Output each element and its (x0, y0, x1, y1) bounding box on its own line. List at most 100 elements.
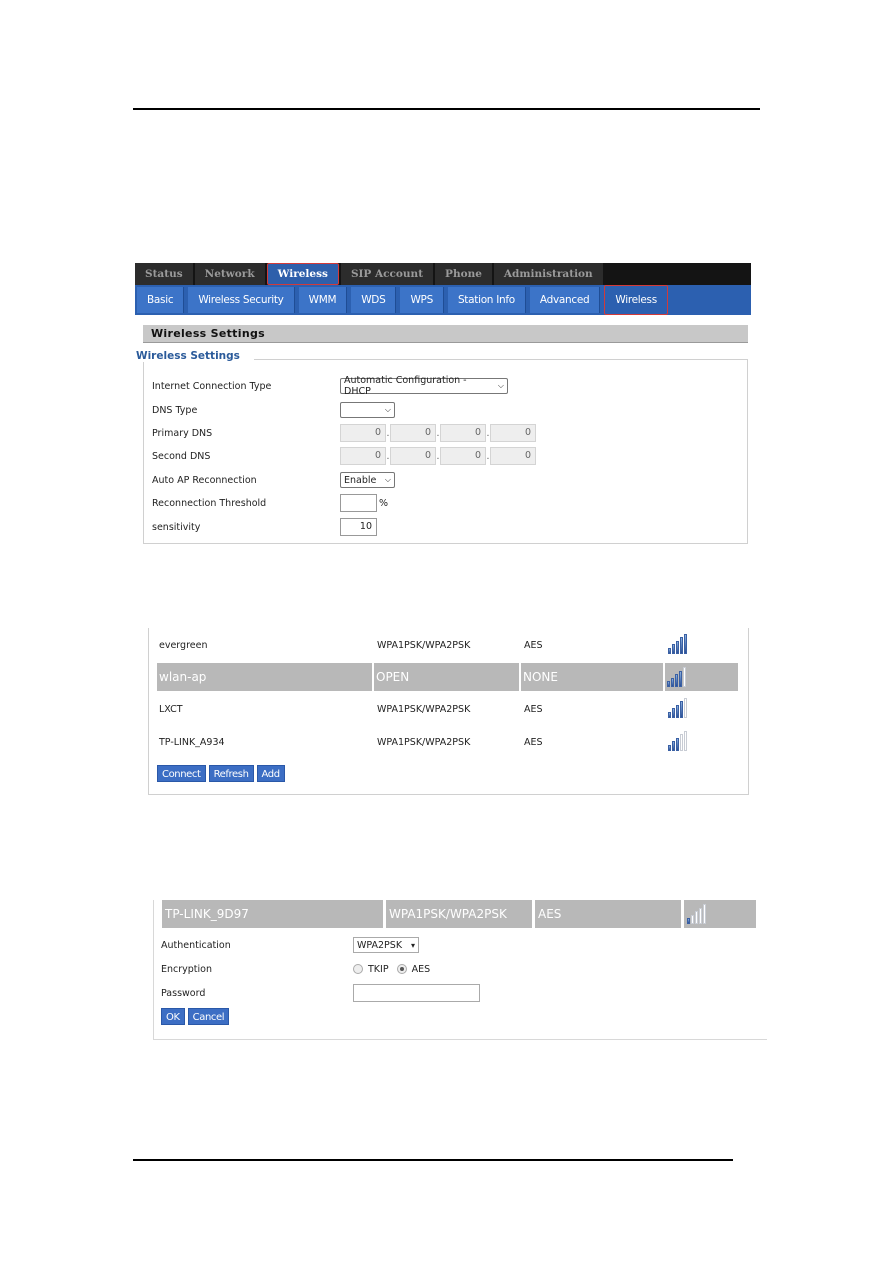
ap-list-row[interactable]: evergreen WPA1PSK/WPA2PSK AES (157, 631, 740, 659)
sub-tab-wmm[interactable]: WMM (298, 287, 348, 313)
signal-bar (675, 674, 679, 687)
main-tab-network[interactable]: Network (194, 263, 265, 285)
main-tab-sip-account[interactable]: SIP Account (340, 263, 434, 285)
internet-connection-type-row: Internet Connection Type Automatic Confi… (152, 375, 508, 397)
section-title: Wireless Settings (143, 325, 748, 343)
auto-ap-reconnection-value: Enable (344, 474, 377, 486)
main-nav: Status Network Wireless SIP Account Phon… (135, 263, 751, 285)
signal-bar (703, 904, 706, 924)
second-dns-octet-2[interactable]: 0 (390, 447, 436, 465)
refresh-button[interactable]: Refresh (208, 765, 254, 782)
cancel-button[interactable]: Cancel (187, 1008, 230, 1025)
dialog-actions: OK Cancel (161, 1008, 230, 1025)
sub-tab-wds[interactable]: WDS (351, 287, 397, 313)
signal-bar (679, 670, 683, 687)
chevron-down-icon: ⌵ (384, 475, 391, 484)
signal-bar (668, 744, 671, 751)
primary-dns-octet-4[interactable]: 0 (490, 424, 536, 442)
signal-bar (684, 697, 687, 718)
signal-bar (668, 711, 671, 718)
ap-ssid: wlan-ap (157, 663, 372, 691)
chevron-down-icon: ⌵ (497, 381, 504, 390)
dropdown-arrow-icon: ▾ (410, 940, 415, 950)
ap-encryption: AES (524, 703, 543, 715)
wireless-settings-fieldset: Wireless Settings Internet Connection Ty… (134, 350, 748, 544)
signal-strength-icon (668, 633, 687, 654)
tkip-radio[interactable] (353, 964, 363, 974)
ap-list-row-selected[interactable]: wlan-ap OPEN NONE (157, 663, 740, 691)
authentication-select[interactable]: WPA2PSK ▾ (353, 937, 419, 953)
primary-dns-octet-3[interactable]: 0 (440, 424, 486, 442)
ap-list-row[interactable]: LXCT WPA1PSK/WPA2PSK AES (157, 695, 740, 723)
sub-tab-basic[interactable]: Basic (137, 287, 185, 313)
percent-unit: % (379, 497, 389, 509)
tkip-radio-label: TKIP (368, 963, 389, 975)
signal-bar (676, 640, 679, 654)
second-dns-label: Second DNS (152, 450, 211, 462)
sub-tab-advanced[interactable]: Advanced (529, 287, 601, 313)
selected-ap-row: TP-LINK_9D97 WPA1PSK/WPA2PSK AES (162, 900, 759, 928)
primary-dns-octet-1[interactable]: 0 (340, 424, 386, 442)
signal-strength-icon (668, 697, 687, 718)
ap-auth: WPA1PSK/WPA2PSK (377, 703, 471, 715)
authentication-value: WPA2PSK (357, 939, 403, 951)
connect-button[interactable]: Connect (157, 765, 206, 782)
primary-dns-octet-2[interactable]: 0 (390, 424, 436, 442)
dns-type-select[interactable]: ⌵ (340, 402, 395, 418)
sub-tab-wps[interactable]: WPS (400, 287, 444, 313)
ap-encryption: AES (524, 736, 543, 748)
signal-bar (672, 741, 675, 751)
signal-bar (691, 914, 694, 924)
aes-radio[interactable] (396, 964, 407, 974)
dns-type-row: DNS Type ⌵ (152, 401, 395, 419)
sensitivity-input[interactable]: 10 (340, 518, 377, 536)
authentication-row: Authentication WPA2PSK ▾ (161, 936, 419, 954)
ap-list-panel: evergreen WPA1PSK/WPA2PSK AES wlan-ap OP… (148, 628, 749, 795)
internet-connection-type-select[interactable]: Automatic Configuration - DHCP ⌵ (340, 375, 508, 397)
ap-list-row[interactable]: TP-LINK_A934 WPA1PSK/WPA2PSK AES (157, 728, 740, 756)
signal-bar (676, 737, 679, 751)
signal-bar (680, 637, 683, 654)
signal-bar (680, 701, 683, 718)
signal-strength-icon (687, 904, 706, 924)
chevron-down-icon: ⌵ (384, 405, 391, 414)
main-tab-status[interactable]: Status (135, 263, 193, 285)
signal-bar (699, 907, 702, 924)
page-header-rule (133, 108, 760, 110)
sub-tab-wireless[interactable]: Wireless (604, 285, 668, 315)
ap-encryption: NONE (520, 663, 664, 691)
signal-bar (683, 667, 687, 687)
ap-auth: WPA1PSK/WPA2PSK (386, 900, 532, 928)
ap-encryption: AES (524, 639, 543, 651)
encryption-row: Encryption TKIP AES (161, 960, 438, 978)
sub-nav: Basic Wireless Security WMM WDS WPS Stat… (135, 285, 751, 315)
second-dns-octet-3[interactable]: 0 (440, 447, 486, 465)
internet-connection-type-label: Internet Connection Type (152, 380, 272, 392)
aes-radio-label: AES (411, 963, 431, 975)
main-tab-administration[interactable]: Administration (493, 263, 603, 285)
signal-bar (671, 677, 675, 687)
page-footer-rule (133, 1159, 733, 1161)
ap-ssid: LXCT (159, 703, 183, 715)
main-tab-wireless[interactable]: Wireless (266, 263, 339, 285)
second-dns-octet-1[interactable]: 0 (340, 447, 386, 465)
reconnection-threshold-label: Reconnection Threshold (152, 497, 267, 509)
reconnection-threshold-row: Reconnection Threshold % (152, 494, 388, 512)
sub-tab-wireless-security[interactable]: Wireless Security (188, 287, 295, 313)
ap-auth: WPA1PSK/WPA2PSK (377, 736, 471, 748)
auto-ap-reconnection-select[interactable]: Enable ⌵ (340, 472, 395, 488)
ap-auth: WPA1PSK/WPA2PSK (377, 639, 471, 651)
second-dns-octet-4[interactable]: 0 (490, 447, 536, 465)
sub-tab-station-info[interactable]: Station Info (447, 287, 526, 313)
ok-button[interactable]: OK (161, 1008, 185, 1025)
ap-ssid: TP-LINK_A934 (159, 736, 225, 748)
password-input[interactable] (353, 984, 480, 1002)
connect-ap-panel: TP-LINK_9D97 WPA1PSK/WPA2PSK AES Authent… (153, 900, 767, 1040)
signal-bar (695, 911, 698, 924)
sensitivity-label: sensitivity (152, 521, 201, 533)
add-button[interactable]: Add (256, 765, 285, 782)
internet-connection-type-value: Automatic Configuration - DHCP (344, 375, 467, 397)
reconnection-threshold-input[interactable] (340, 494, 377, 512)
ap-auth: OPEN (374, 663, 519, 691)
main-tab-phone[interactable]: Phone (435, 263, 492, 285)
